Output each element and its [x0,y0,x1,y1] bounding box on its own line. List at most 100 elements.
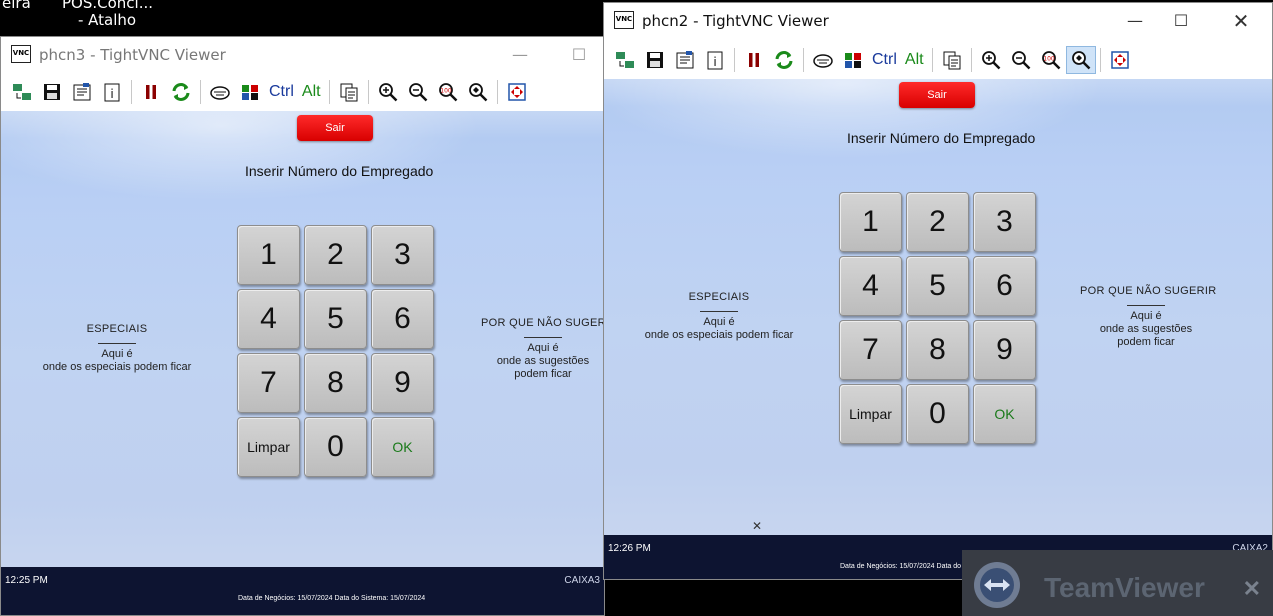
ok-key[interactable]: OK [973,384,1036,444]
key-3[interactable]: 3 [371,225,434,285]
clock: 12:26 PM [608,543,651,554]
info-icon[interactable]: i [97,78,127,106]
sair-button[interactable]: Sair [899,82,975,108]
business-date: Data de Negócios: 15/07/2024 Data do Sis… [238,595,426,602]
window-title: phcn3 - TightVNC Viewer [39,46,226,64]
key-2[interactable]: 2 [304,225,367,285]
key-2[interactable]: 2 [906,192,969,252]
refresh-icon[interactable] [166,78,196,106]
close-button[interactable]: ✕ [1218,3,1264,39]
clipboard-icon[interactable] [937,46,967,74]
key-1[interactable]: 1 [839,192,902,252]
title-bar[interactable]: VNC phcn2 - TightVNC Viewer — ☐ ✕ [604,3,1272,39]
title-bar[interactable]: VNC phcn3 - TightVNC Viewer — ☐ [1,37,604,73]
key-0[interactable]: 0 [304,417,367,477]
maximize-button[interactable]: ☐ [556,37,602,73]
desktop-icon-label[interactable]: eira [2,0,31,12]
fullscreen-icon[interactable] [502,78,532,106]
svg-text:i: i [110,87,113,101]
key-9[interactable]: 9 [371,353,434,413]
specials-text: onde os especiais podem ficar [42,361,192,373]
remote-screen[interactable]: Sair Inserir Número do Empregado 1 2 3 4… [604,79,1272,535]
zoom-100-icon[interactable]: 100 [1036,46,1066,74]
toolbar-separator [496,80,498,104]
window-title: phcn2 - TightVNC Viewer [642,12,829,30]
specials-text: Aqui é [101,348,133,360]
send-ctrl-alt-del-icon[interactable] [205,78,235,106]
save-icon[interactable] [37,78,67,106]
desktop-icon-label[interactable]: - Atalho [78,11,136,29]
zoom-fit-icon[interactable] [1065,46,1096,74]
key-7[interactable]: 7 [839,320,902,380]
key-5[interactable]: 5 [906,256,969,316]
numeric-keypad: 1 2 3 4 5 6 7 8 9 Limpar 0 OK [839,192,1036,444]
pause-icon[interactable] [136,78,166,106]
minimize-button[interactable]: — [1112,3,1158,39]
key-4[interactable]: 4 [237,289,300,349]
alt-key-toggle[interactable]: Alt [905,51,924,69]
key-9[interactable]: 9 [973,320,1036,380]
key-6[interactable]: 6 [973,256,1036,316]
key-8[interactable]: 8 [906,320,969,380]
svg-text:100: 100 [1043,56,1055,63]
zoom-fit-icon[interactable] [463,78,493,106]
ctrl-key-toggle[interactable]: Ctrl [872,51,897,69]
send-ctrl-alt-del-icon[interactable] [808,46,838,74]
minimize-button[interactable]: — [497,37,543,73]
toolbar-separator [131,80,132,104]
key-6[interactable]: 6 [371,289,434,349]
sair-button[interactable]: Sair [297,115,373,141]
vnc-toolbar: i Ctrl Alt 100 [604,43,1272,77]
tightvnc-app-icon: VNC [11,45,31,63]
refresh-icon[interactable] [769,46,799,74]
specials-panel: ESPECIAIS Aqui é onde os especiais podem… [639,291,799,342]
employee-number-prompt: Inserir Número do Empregado [245,163,434,179]
key-4[interactable]: 4 [839,256,902,316]
toolbar-separator [970,48,972,72]
key-3[interactable]: 3 [973,192,1036,252]
zoom-100-icon[interactable]: 100 [433,78,463,106]
remote-screen[interactable]: Sair Inserir Número do Empregado 1 2 3 4… [1,111,604,567]
numeric-keypad: 1 2 3 4 5 6 7 8 9 Limpar 0 OK [237,225,434,477]
zoom-in-icon[interactable] [976,46,1006,74]
ctrl-esc-icon[interactable] [235,78,265,106]
ok-key[interactable]: OK [371,417,434,477]
fullscreen-icon[interactable] [1105,46,1135,74]
key-5[interactable]: 5 [304,289,367,349]
close-icon[interactable]: ✕ [1243,576,1261,602]
clear-key[interactable]: Limpar [839,384,902,444]
divider [98,343,136,344]
suggestions-text: Aqui é [527,342,559,354]
key-7[interactable]: 7 [237,353,300,413]
pos-status-bar: 12:25 PM Data de Negócios: 15/07/2024 Da… [1,567,604,615]
options-icon[interactable] [67,78,97,106]
alt-key-toggle[interactable]: Alt [302,83,321,101]
clipboard-icon[interactable] [334,78,364,106]
options-icon[interactable] [670,46,700,74]
toolbar-separator [734,48,735,72]
suggestions-title: POR QUE NÃO SUGERIR [481,317,604,329]
key-8[interactable]: 8 [304,353,367,413]
new-connection-icon[interactable] [610,46,640,74]
zoom-out-icon[interactable] [403,78,433,106]
pause-icon[interactable] [739,46,769,74]
svg-text:i: i [713,55,716,69]
ctrl-key-toggle[interactable]: Ctrl [269,83,294,101]
ctrl-esc-icon[interactable] [838,46,868,74]
maximize-button[interactable]: ☐ [1158,3,1204,39]
vnc-window-phcn2[interactable]: VNC phcn2 - TightVNC Viewer — ☐ ✕ i Ctrl… [603,2,1273,580]
zoom-out-icon[interactable] [1006,46,1036,74]
zoom-in-icon[interactable] [373,78,403,106]
key-1[interactable]: 1 [237,225,300,285]
specials-text: Aqui é [703,316,735,328]
clear-key[interactable]: Limpar [237,417,300,477]
teamviewer-notification[interactable]: TeamViewer ✕ [962,550,1273,616]
toolbar-separator [200,80,201,104]
key-0[interactable]: 0 [906,384,969,444]
business-date: Data de Negócios: 15/07/2024 Data do Si [840,563,970,570]
vnc-window-phcn3[interactable]: VNC phcn3 - TightVNC Viewer — ☐ i Ctrl A… [0,36,605,616]
save-icon[interactable] [640,46,670,74]
new-connection-icon[interactable] [7,78,37,106]
suggestions-panel: POR QUE NÃO SUGERIR Aqui é onde as suges… [481,317,604,381]
info-icon[interactable]: i [700,46,730,74]
